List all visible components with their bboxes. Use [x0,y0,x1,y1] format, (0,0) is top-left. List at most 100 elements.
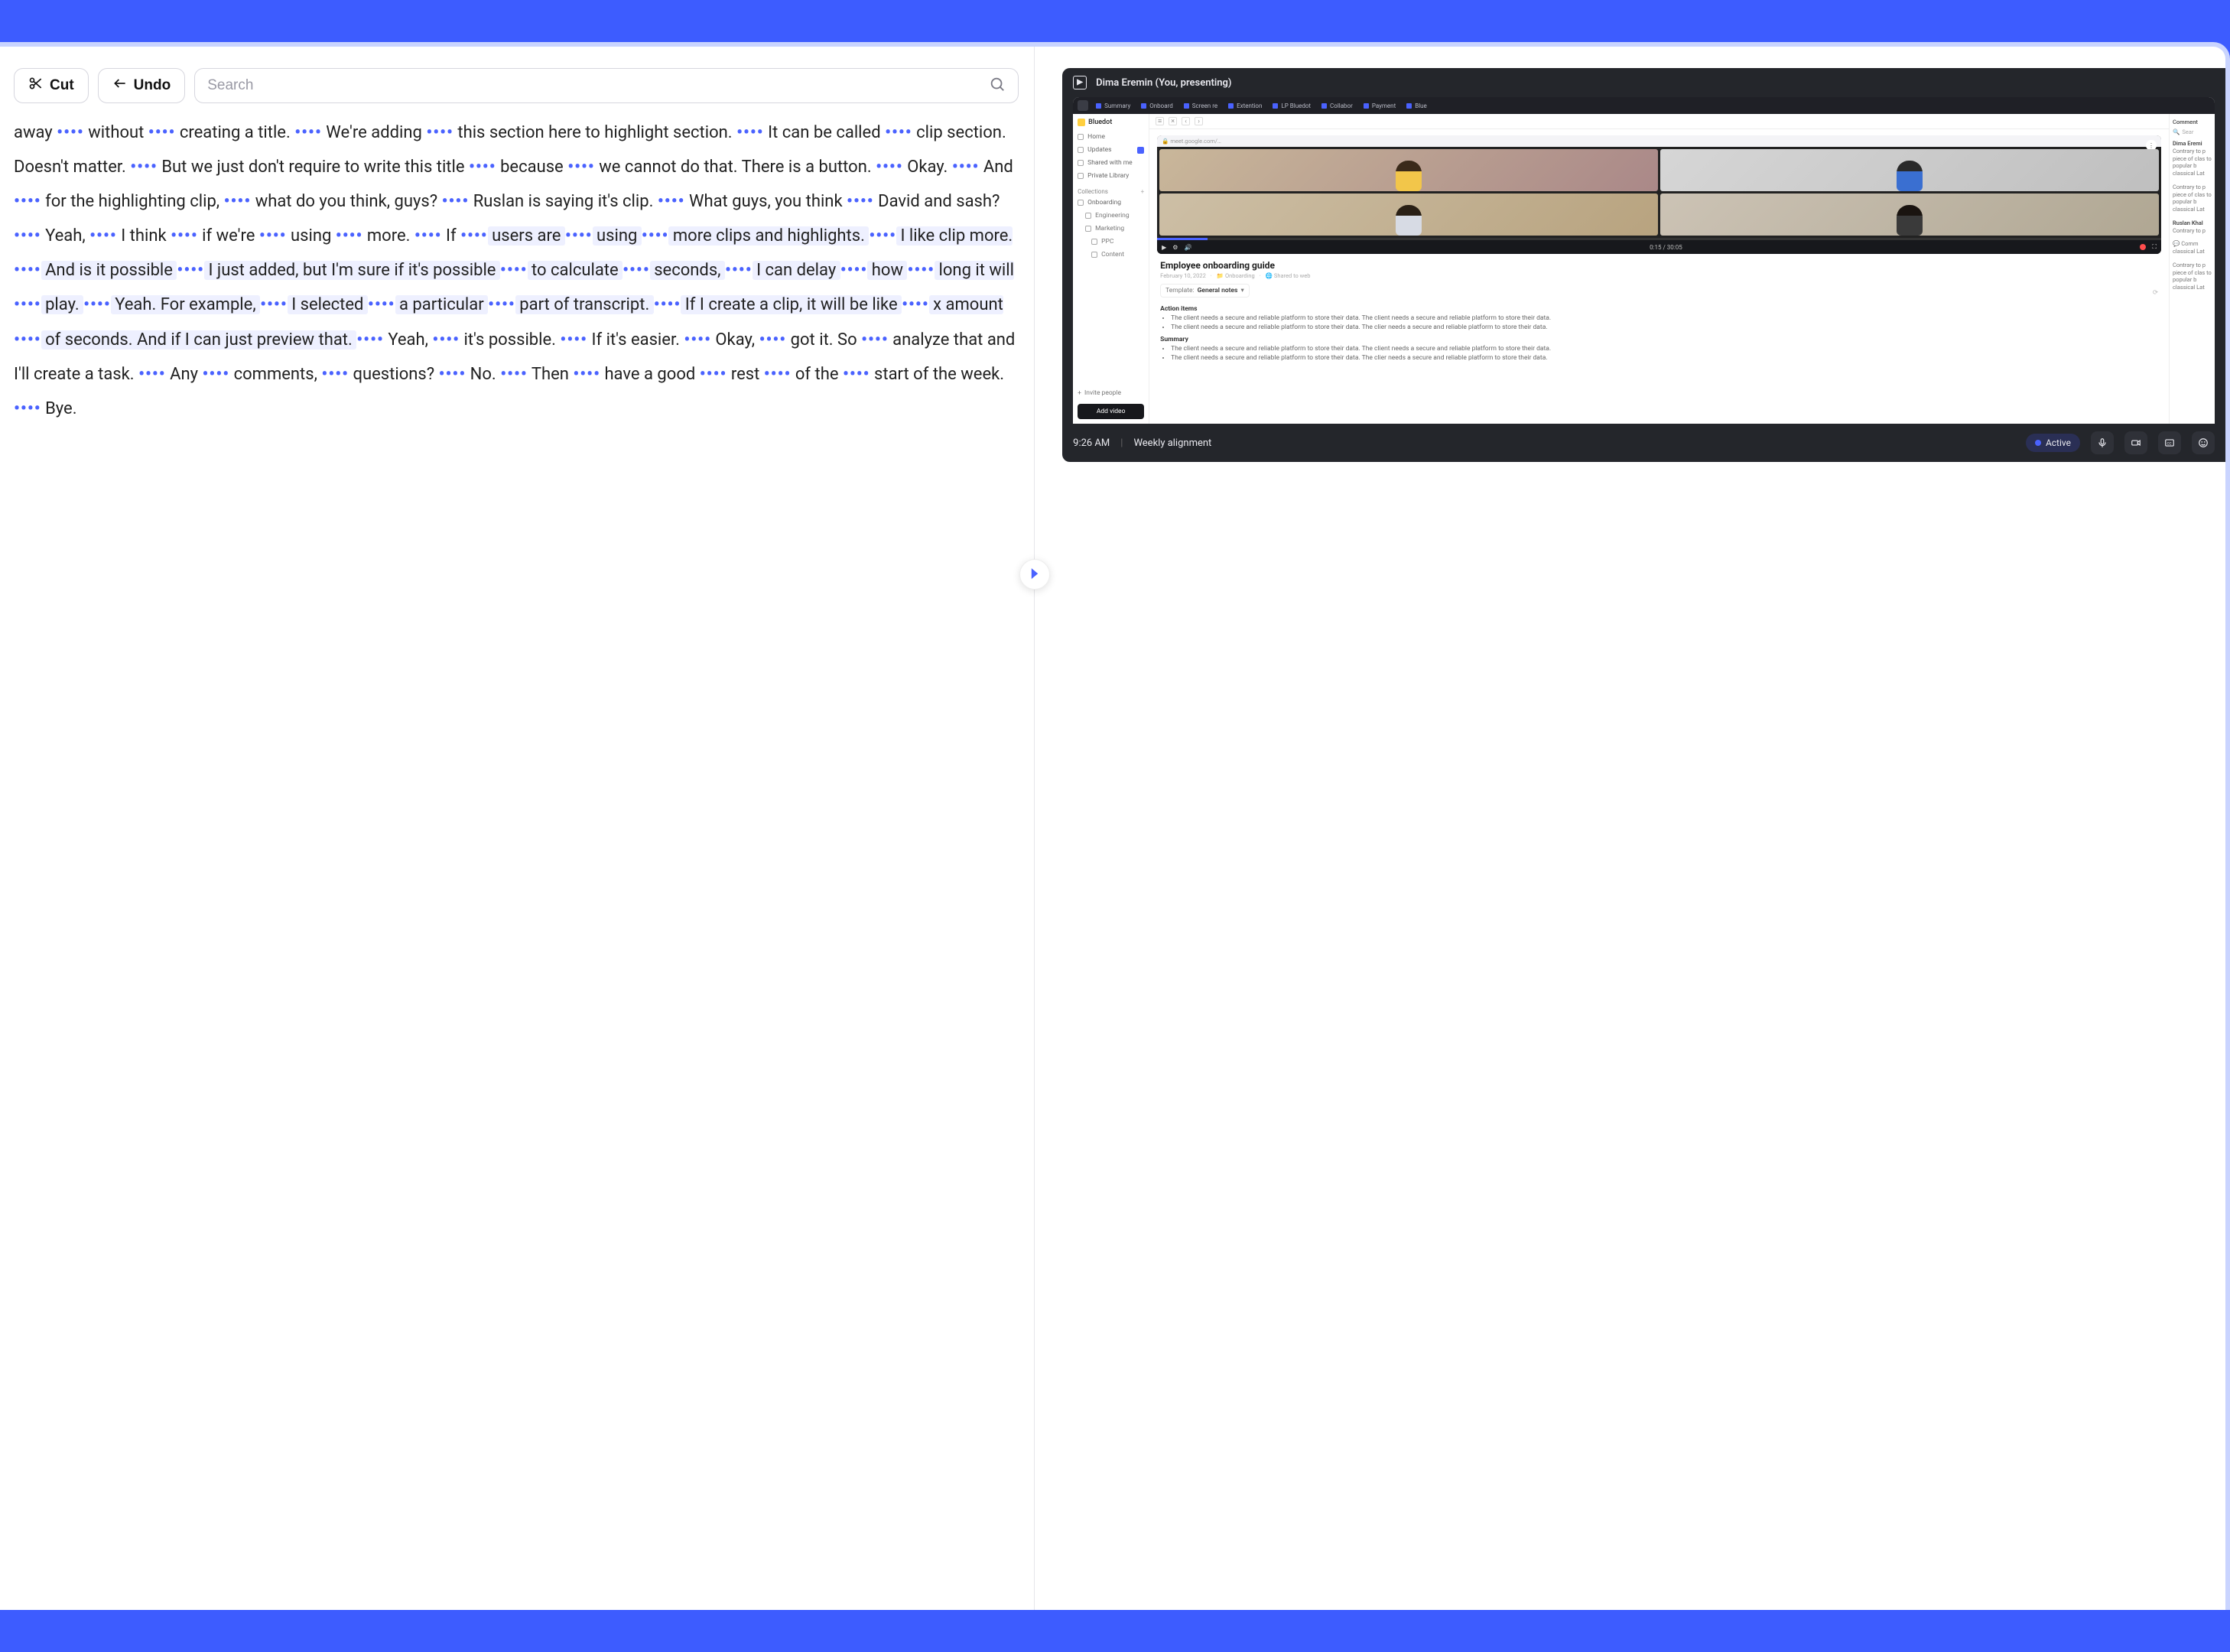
add-video-button[interactable]: Add video [1078,404,1144,419]
transcript-word[interactable]: Ruslan is saying it's clip. [469,192,658,211]
transcript-word[interactable]: And [979,158,1013,177]
camera-icon[interactable] [2124,431,2147,454]
transcript-word[interactable]: if we're [198,226,259,246]
transcript-word[interactable]: creating a title. [175,123,294,142]
transcript-word[interactable]: And is it possible [41,261,177,280]
transcript-word[interactable]: Yeah, [384,330,433,350]
undo-button[interactable]: Undo [98,68,186,103]
transcript-word[interactable]: how [867,261,907,280]
transcript-word[interactable]: because [496,158,568,177]
transcript-word[interactable]: away [14,123,57,142]
transcript-word[interactable]: I like clip more. [896,226,1013,246]
collection-subitem[interactable]: Content [1078,249,1144,260]
transcript-word[interactable]: comments, [229,365,321,384]
emoji-icon[interactable] [2192,431,2215,454]
transcript-word[interactable]: But we just don't require to write this … [158,158,469,177]
transcript-word[interactable]: seconds, [650,261,725,280]
transcript-word[interactable]: If I create a clip, it will be like [681,295,902,314]
browser-tab[interactable]: Payment [1359,101,1400,111]
collection-item[interactable]: Marketing [1078,223,1144,234]
transcript-word[interactable]: we cannot do that. There is a button. [595,158,876,177]
browser-tab[interactable]: Screen re [1179,101,1222,111]
transcript-word[interactable]: It can be called [764,123,885,142]
browser-tab[interactable]: LP Bluedot [1268,101,1315,111]
collapse-toggle[interactable] [1019,559,1050,590]
browser-tab[interactable]: Collabor [1317,101,1357,111]
invite-people[interactable]: +Invite people [1078,389,1144,397]
sidebar-toggle-icon[interactable]: ≡ [1156,117,1164,125]
home-icon[interactable] [1078,100,1088,111]
search-input[interactable] [207,77,989,94]
transcript-word[interactable]: play. [41,295,83,314]
browser-tab[interactable]: Summary [1091,101,1135,111]
transcript-word[interactable]: Okay, [711,330,759,350]
transcript-word[interactable]: more clips and highlights. [668,226,869,246]
transcript-word[interactable]: If it's easier. [587,330,684,350]
transcript-word[interactable]: I selected [288,295,368,314]
transcript-word[interactable]: Then [528,365,574,384]
transcript-word[interactable]: got it. So [786,330,861,350]
transcript-word[interactable]: part of transcript. [515,295,654,314]
transcript-word[interactable]: If [442,226,461,246]
gear-icon[interactable]: ⚙ [1172,244,1178,251]
comments-search[interactable]: 🔍 Sear [2173,128,2212,135]
transcript-word[interactable]: without [84,123,148,142]
template-selector[interactable]: Template: General notes ▾ [1160,284,1250,298]
transcript-word[interactable]: of the [791,365,843,384]
transcript-word[interactable]: questions? [349,365,439,384]
fullscreen-icon[interactable]: ⛶ [2152,243,2157,251]
transcript-word[interactable]: Yeah. For example, [111,295,260,314]
transcript-word[interactable]: We're adding [322,123,426,142]
browser-tab[interactable]: Onboard [1136,101,1177,111]
transcript-word[interactable]: start of the week. [870,365,1005,384]
transcript-word[interactable]: have a good [600,365,700,384]
nav-home[interactable]: Home [1078,132,1144,142]
mic-icon[interactable] [2091,431,2114,454]
transcript-word[interactable]: rest [727,365,763,384]
transcript-word[interactable]: of seconds. And if I can just preview th… [41,330,357,350]
transcript-word[interactable]: David and sash? [874,192,1000,211]
cut-button[interactable]: Cut [14,68,89,103]
transcript-word[interactable]: it's possible. [460,330,560,350]
play-icon[interactable]: ▶ [1162,244,1166,251]
transcript-word[interactable]: Bye. [41,399,77,418]
transcript-word[interactable]: to calculate [528,261,623,280]
nav-updates[interactable]: Updates [1078,145,1144,155]
transcript-word[interactable]: this section here to highlight section. [453,123,736,142]
active-pill[interactable]: Active [2026,434,2080,452]
collection-item[interactable]: Onboarding [1078,197,1144,208]
transcript-word[interactable]: what do you think, guys? [251,192,441,211]
transcript-word[interactable]: Yeah, [41,226,90,246]
close-icon[interactable]: × [1169,117,1177,125]
transcript-word[interactable]: users are [488,226,565,246]
add-collection-icon[interactable]: + [1141,188,1145,195]
transcript-word[interactable]: x amount [929,295,1003,314]
cc-icon[interactable]: CC [2158,431,2181,454]
chevron-left-icon[interactable]: ‹ [1182,117,1190,125]
transcript-word[interactable]: I think [117,226,171,246]
transcript-word[interactable]: What guys, you think [685,192,847,211]
browser-tab[interactable]: Blue [1402,101,1432,111]
transcript-word[interactable]: I just added, but I'm sure if it's possi… [204,261,500,280]
transcript-word[interactable]: using [593,226,642,246]
transcript-body[interactable]: away •••• without •••• creating a title.… [14,111,1019,1610]
collection-subitem[interactable]: PPC [1078,236,1144,247]
refresh-icon[interactable]: ⟳ [2153,289,2158,297]
transcript-word[interactable]: No. [466,365,500,384]
transcript-word[interactable]: I can delay [753,261,840,280]
transcript-word[interactable]: a particular [395,295,489,314]
collection-item[interactable]: Engineering [1078,210,1144,221]
nav-private[interactable]: Private Library [1078,171,1144,181]
search-field[interactable] [194,68,1019,103]
transcript-word[interactable]: long it will [935,261,1014,280]
nav-shared[interactable]: Shared with me [1078,158,1144,168]
transcript-word[interactable]: Okay. [903,158,952,177]
transcript-word[interactable]: using [287,226,336,246]
video-progress[interactable] [1157,238,2161,240]
browser-tab[interactable]: Extention [1224,101,1266,111]
transcript-word[interactable]: Any [166,365,203,384]
volume-icon[interactable]: 🔊 [1184,244,1191,251]
transcript-word[interactable]: more. [362,226,414,246]
chevron-right-icon[interactable]: › [1195,117,1203,125]
transcript-word[interactable]: for the highlighting clip, [41,192,224,211]
